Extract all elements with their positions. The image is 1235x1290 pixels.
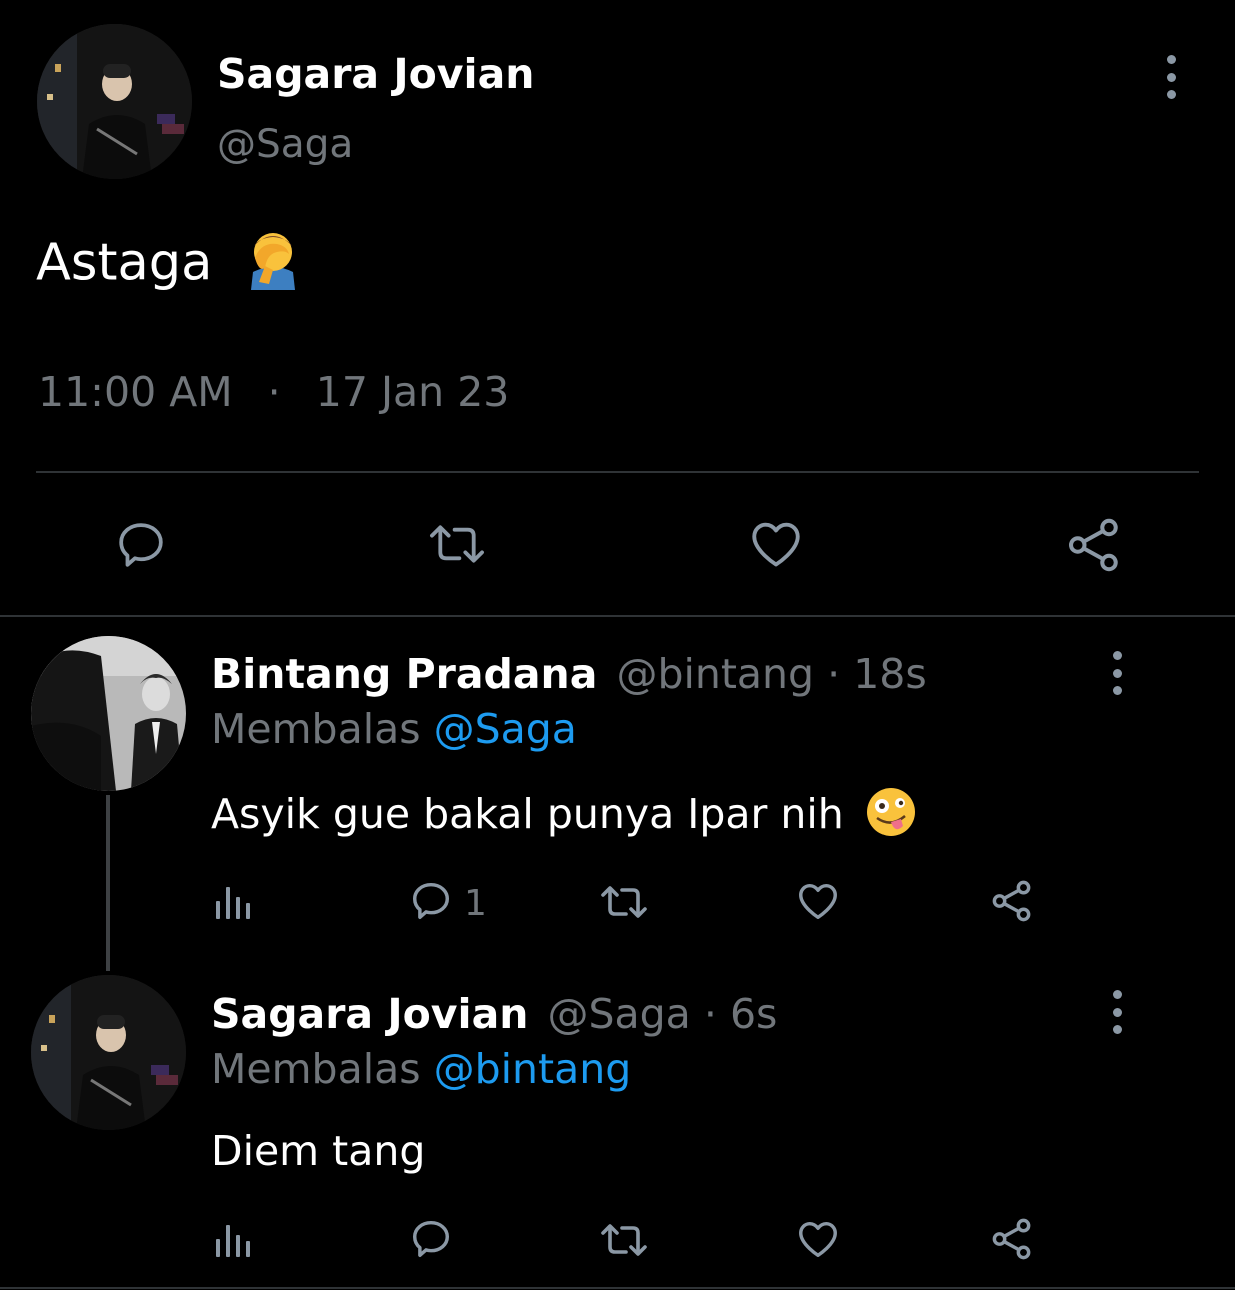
reply-2-analytics-icon[interactable]	[214, 1221, 256, 1261]
like-icon[interactable]	[746, 515, 806, 573]
reply-2-header: Sagara Jovian @Saga · 6s	[211, 990, 777, 1038]
main-tweet-date[interactable]: 17 Jan 23	[316, 368, 510, 416]
facepalm-emoji-icon	[243, 228, 303, 303]
reply-1-like-icon[interactable]	[795, 878, 841, 924]
bottom-divider	[0, 1287, 1235, 1289]
reply-1-separator: ·	[827, 650, 841, 698]
reply-1-text-content: Asyik gue bakal punya Ipar nih	[211, 790, 844, 838]
reply-2-replying-prefix: Membalas	[211, 1045, 421, 1093]
main-author-avatar[interactable]	[37, 24, 192, 179]
main-author-handle[interactable]: @Saga	[217, 122, 353, 167]
reply-2-age: 6s	[729, 990, 778, 1038]
reply-2-replying-link[interactable]: @bintang	[434, 1045, 632, 1093]
main-tweet-text-content: Astaga	[36, 233, 213, 293]
share-icon[interactable]	[1064, 515, 1124, 575]
reply-1-replying-prefix: Membalas	[211, 705, 421, 753]
retweet-icon[interactable]	[426, 515, 488, 573]
main-tweet-time[interactable]: 11:00 AM	[38, 368, 233, 416]
reply-2-text: Diem tang	[211, 1127, 426, 1175]
reply-1-author-handle[interactable]: @bintang	[616, 650, 814, 698]
thread-connector-line	[106, 795, 110, 971]
reply-2-reply-icon[interactable]	[408, 1216, 454, 1262]
reply-1-avatar[interactable]	[31, 636, 186, 791]
main-tweet-text: Astaga	[36, 228, 303, 303]
reply-2-avatar[interactable]	[31, 975, 186, 1130]
reply-2-replying-to: Membalas @bintang	[211, 1045, 631, 1093]
main-tweet-divider	[36, 471, 1199, 473]
reply-1-retweet-icon[interactable]	[598, 878, 650, 926]
reply-1-reply-count: 1	[464, 883, 487, 924]
reply-1-share-icon[interactable]	[989, 878, 1035, 924]
reply-2-author-name[interactable]: Sagara Jovian	[211, 990, 528, 1038]
reply-1-replying-to: Membalas @Saga	[211, 705, 577, 753]
reply-1-replying-link[interactable]: @Saga	[434, 705, 577, 753]
zany-face-emoji-icon	[865, 786, 917, 848]
main-tweet-timestamp: 11:00 AM · 17 Jan 23	[38, 368, 509, 416]
reply-1-reply-icon[interactable]	[408, 878, 454, 924]
reply-2-retweet-icon[interactable]	[598, 1216, 650, 1264]
reply-2-more-icon[interactable]	[1110, 990, 1124, 1034]
reply-2-share-icon[interactable]	[989, 1216, 1035, 1262]
main-more-icon[interactable]	[1164, 55, 1178, 99]
section-divider	[0, 615, 1235, 617]
reply-1-analytics-icon[interactable]	[214, 883, 256, 923]
reply-1-text: Asyik gue bakal punya Ipar nih	[211, 786, 917, 848]
reply-1-header: Bintang Pradana @bintang · 18s	[211, 650, 927, 698]
reply-1-author-name[interactable]: Bintang Pradana	[211, 650, 597, 698]
timestamp-separator: ·	[267, 368, 281, 416]
main-author-name[interactable]: Sagara Jovian	[217, 50, 534, 98]
reply-2-like-icon[interactable]	[795, 1216, 841, 1262]
reply-2-author-handle[interactable]: @Saga	[547, 990, 690, 1038]
reply-1-age: 18s	[853, 650, 927, 698]
reply-icon[interactable]	[113, 517, 169, 573]
reply-1-more-icon[interactable]	[1110, 651, 1124, 695]
reply-2-separator: ·	[703, 990, 717, 1038]
